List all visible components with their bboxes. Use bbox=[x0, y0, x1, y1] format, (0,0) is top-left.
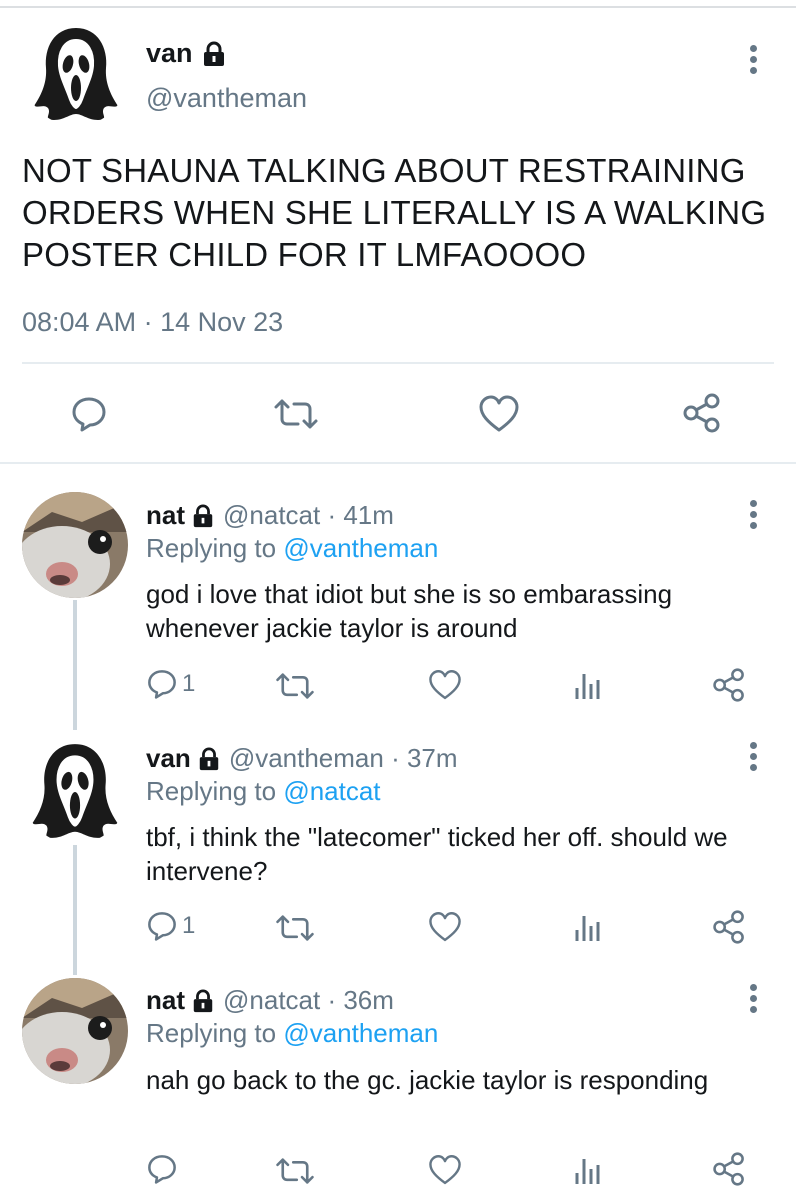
replying-prefix: Replying to bbox=[146, 776, 277, 806]
reply-text: god i love that idiot but she is so emba… bbox=[146, 579, 673, 643]
replying-to: Replying to @vantheman bbox=[146, 1018, 438, 1049]
heart-icon bbox=[429, 1155, 461, 1185]
more-options-icon[interactable] bbox=[748, 45, 758, 79]
divider bbox=[0, 462, 796, 464]
main-avatar[interactable] bbox=[24, 22, 128, 126]
reply-handle-time[interactable]: @natcat · 36m bbox=[223, 985, 394, 1016]
more-options-icon[interactable] bbox=[748, 742, 758, 776]
ghostface-mask-icon bbox=[22, 738, 128, 844]
analytics-button[interactable] bbox=[574, 1155, 602, 1185]
lock-icon bbox=[193, 989, 213, 1012]
share-icon bbox=[713, 1152, 744, 1186]
reply-text: nah go back to the gc. jackie taylor is … bbox=[146, 1065, 709, 1095]
reply-header: nat @natcat · 41m bbox=[146, 500, 394, 531]
thread-connector bbox=[73, 600, 77, 730]
retweet-button[interactable] bbox=[274, 913, 316, 943]
reply-header: nat @natcat · 36m bbox=[146, 985, 394, 1016]
main-author-name-text: van bbox=[146, 38, 193, 68]
reply-text: tbf, i think the "latecomer" ticked her … bbox=[146, 822, 728, 886]
share-icon bbox=[713, 910, 744, 944]
share-button[interactable] bbox=[682, 393, 722, 433]
heart-icon bbox=[429, 670, 461, 700]
reply-count: 1 bbox=[182, 912, 196, 939]
reply-count: 1 bbox=[182, 670, 196, 697]
replying-to: Replying to @vantheman bbox=[146, 533, 438, 564]
analytics-icon bbox=[575, 674, 600, 699]
reply-icon bbox=[148, 670, 176, 699]
like-button[interactable] bbox=[428, 911, 462, 943]
reply-author-name[interactable]: nat bbox=[146, 500, 185, 531]
cat-photo-avatar bbox=[22, 978, 128, 1084]
lock-icon bbox=[203, 41, 224, 66]
reply-icon bbox=[148, 912, 176, 941]
retweet-icon bbox=[276, 915, 314, 941]
share-button[interactable] bbox=[712, 1152, 746, 1186]
retweet-icon bbox=[276, 1158, 314, 1184]
main-author-name[interactable]: van bbox=[146, 38, 227, 69]
analytics-button[interactable] bbox=[574, 912, 602, 942]
retweet-icon bbox=[274, 399, 318, 429]
replying-mention[interactable]: @natcat bbox=[283, 776, 380, 806]
like-button[interactable] bbox=[428, 1154, 462, 1186]
reply-avatar[interactable] bbox=[22, 978, 128, 1084]
analytics-button[interactable] bbox=[574, 670, 602, 700]
retweet-button[interactable] bbox=[272, 397, 320, 431]
analytics-icon bbox=[575, 916, 600, 941]
heart-icon bbox=[429, 912, 461, 942]
thread-connector bbox=[73, 845, 77, 975]
reply-author-name[interactable]: van bbox=[146, 743, 191, 774]
retweet-button[interactable] bbox=[274, 1156, 316, 1186]
reply-button[interactable]: 1 bbox=[146, 910, 195, 942]
reply-button[interactable]: 1 bbox=[146, 668, 195, 700]
like-button[interactable] bbox=[428, 669, 462, 701]
replying-prefix: Replying to bbox=[146, 533, 277, 563]
replying-prefix: Replying to bbox=[146, 1018, 277, 1048]
more-options-icon[interactable] bbox=[748, 984, 758, 1018]
divider bbox=[22, 362, 774, 364]
reply-icon bbox=[148, 1155, 176, 1184]
main-tweet-timestamp[interactable]: 08:04 AM · 14 Nov 23 bbox=[22, 307, 283, 338]
analytics-icon bbox=[575, 1159, 600, 1184]
reply-icon bbox=[72, 397, 106, 432]
retweet-icon bbox=[276, 673, 314, 699]
reply-handle-time[interactable]: @natcat · 41m bbox=[223, 500, 394, 531]
replying-to: Replying to @natcat bbox=[146, 776, 381, 807]
reply-avatar[interactable] bbox=[22, 492, 128, 598]
lock-icon bbox=[193, 504, 213, 527]
like-button[interactable] bbox=[478, 395, 520, 433]
cat-photo-avatar bbox=[22, 492, 128, 598]
retweet-button[interactable] bbox=[274, 671, 316, 701]
reply-button[interactable] bbox=[146, 1153, 182, 1185]
reply-handle-time[interactable]: @vantheman · 37m bbox=[229, 743, 458, 774]
reply-avatar[interactable] bbox=[22, 738, 128, 844]
main-tweet-text: NOT SHAUNA TALKING ABOUT RESTRAINING ORD… bbox=[22, 152, 767, 273]
share-icon bbox=[713, 668, 744, 702]
reply-header: van @vantheman · 37m bbox=[146, 743, 458, 774]
heart-icon bbox=[479, 395, 519, 432]
top-divider bbox=[0, 6, 796, 8]
lock-icon bbox=[199, 747, 219, 770]
reply-button[interactable] bbox=[70, 395, 108, 433]
more-options-icon[interactable] bbox=[748, 500, 758, 534]
main-author-handle[interactable]: @vantheman bbox=[146, 83, 307, 114]
share-button[interactable] bbox=[712, 910, 746, 944]
replying-mention[interactable]: @vantheman bbox=[283, 533, 438, 563]
replying-mention[interactable]: @vantheman bbox=[283, 1018, 438, 1048]
ghostface-mask-icon bbox=[24, 22, 128, 126]
share-icon bbox=[683, 393, 720, 433]
reply-author-name[interactable]: nat bbox=[146, 985, 185, 1016]
share-button[interactable] bbox=[712, 668, 746, 702]
